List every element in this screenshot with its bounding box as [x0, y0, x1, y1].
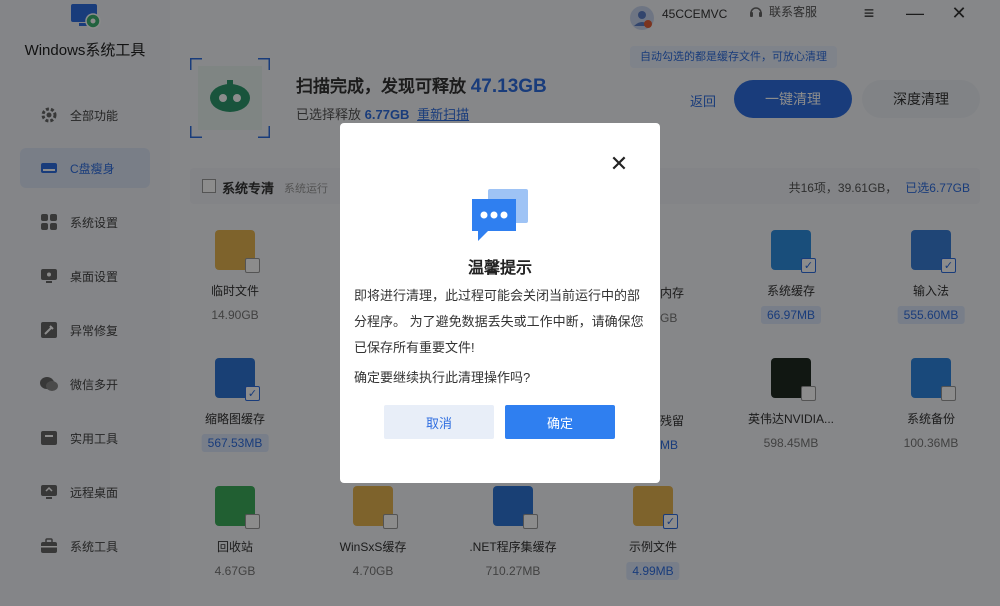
close-icon[interactable]: ✕ [608, 151, 630, 176]
dialog-body: 即将进行清理，此过程可能会关闭当前运行中的部分程序。 为了避免数据丢失或工作中断… [354, 288, 644, 355]
dialog-question: 确定要继续执行此清理操作吗? [354, 370, 531, 385]
cancel-button[interactable]: 取消 [384, 405, 494, 439]
message-icon [470, 187, 532, 245]
dialog-title: 温馨提示 [467, 260, 532, 277]
confirm-dialog: ✕ 温馨提示 即将进行清理，此过程可能会关闭当前运行中的部分程序。 为了避免数据… [340, 123, 660, 483]
confirm-button[interactable]: 确定 [505, 405, 615, 439]
